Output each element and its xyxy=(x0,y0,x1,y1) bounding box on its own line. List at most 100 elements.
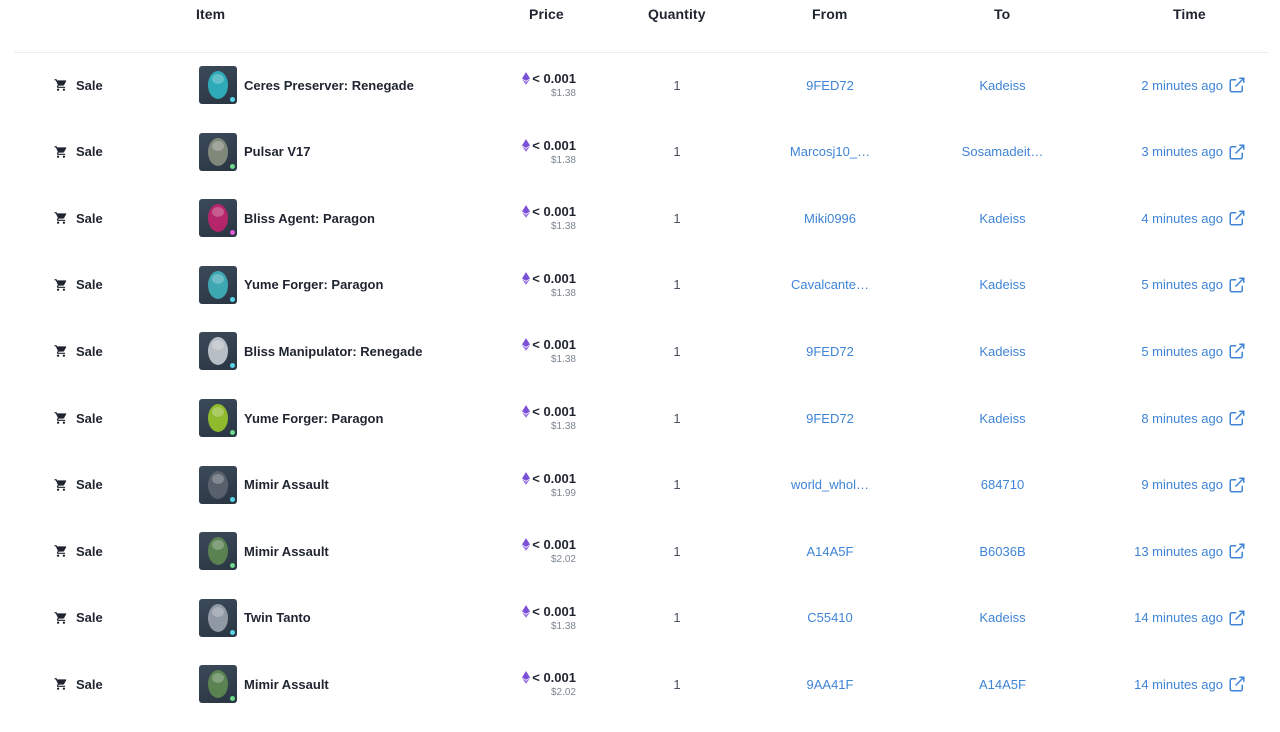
item-thumbnail[interactable] xyxy=(199,399,237,437)
item-cell[interactable]: Yume Forger: Paragon xyxy=(199,252,383,318)
time-text[interactable]: 5 minutes ago xyxy=(1141,344,1223,359)
table-row[interactable]: Sale Twin Tanto < 0.001 $1.38 1 C55410 Kadeiss… xyxy=(0,585,1280,651)
item-name[interactable]: Mimir Assault xyxy=(244,677,329,692)
item-thumbnail[interactable] xyxy=(199,598,237,637)
time-text[interactable]: 2 minutes ago xyxy=(1141,78,1223,93)
table-row[interactable]: Sale Yume Forger: Paragon < 0.001 $1.38 1 9FE… xyxy=(0,385,1280,451)
external-link-icon[interactable] xyxy=(1223,476,1246,494)
external-link-icon[interactable] xyxy=(1223,143,1246,161)
item-thumbnail[interactable] xyxy=(199,199,237,238)
external-link-icon[interactable] xyxy=(1223,609,1246,627)
item-cell[interactable]: Bliss Agent: Paragon xyxy=(199,185,375,251)
table-row[interactable]: Sale Mimir Assault < 0.001 $2.02 1 9AA41F A14A… xyxy=(0,651,1280,717)
time-link[interactable]: 4 minutes ago xyxy=(1141,185,1246,251)
from-address[interactable]: Miki0996 xyxy=(804,211,856,226)
table-row[interactable]: Sale Yume Forger: Paragon < 0.001 $1.38 1 Cav… xyxy=(0,252,1280,318)
time-link[interactable]: 13 minutes ago xyxy=(1134,518,1246,584)
external-link-icon[interactable] xyxy=(1223,542,1246,560)
from-address[interactable]: 9FED72 xyxy=(806,344,854,359)
to-link[interactable]: A14A5F xyxy=(930,651,1075,717)
from-link[interactable]: world_whol… xyxy=(760,452,900,518)
time-link[interactable]: 14 minutes ago xyxy=(1134,585,1246,651)
from-link[interactable]: 9FED72 xyxy=(760,385,900,451)
item-name[interactable]: Bliss Agent: Paragon xyxy=(244,211,375,226)
time-text[interactable]: 8 minutes ago xyxy=(1141,411,1223,426)
item-cell[interactable]: Yume Forger: Paragon xyxy=(199,385,383,451)
item-cell[interactable]: Ceres Preserver: Renegade xyxy=(199,52,414,118)
item-cell[interactable]: Twin Tanto xyxy=(199,585,311,651)
item-thumbnail[interactable] xyxy=(199,532,237,571)
to-link[interactable]: 684710 xyxy=(930,452,1075,518)
time-link[interactable]: 9 minutes ago xyxy=(1141,452,1246,518)
table-row[interactable]: Sale Bliss Agent: Paragon < 0.001 $1.38 1 Mik… xyxy=(0,185,1280,251)
item-thumbnail[interactable] xyxy=(199,132,237,171)
from-link[interactable]: A14A5F xyxy=(760,518,900,584)
time-link[interactable]: 5 minutes ago xyxy=(1141,252,1246,318)
to-address[interactable]: 684710 xyxy=(981,477,1024,492)
time-link[interactable]: 2 minutes ago xyxy=(1141,52,1246,118)
item-name[interactable]: Pulsar V17 xyxy=(244,144,311,159)
external-link-icon[interactable] xyxy=(1223,276,1246,294)
from-link[interactable]: C55410 xyxy=(760,585,900,651)
time-text[interactable]: 9 minutes ago xyxy=(1141,477,1223,492)
time-text[interactable]: 4 minutes ago xyxy=(1141,211,1223,226)
time-link[interactable]: 8 minutes ago xyxy=(1141,385,1246,451)
from-link[interactable]: Miki0996 xyxy=(760,185,900,251)
time-text[interactable]: 14 minutes ago xyxy=(1134,610,1223,625)
to-link[interactable]: Kadeiss xyxy=(930,185,1075,251)
to-address[interactable]: Sosamadeit… xyxy=(962,144,1044,159)
item-thumbnail[interactable] xyxy=(199,265,237,304)
to-link[interactable]: Kadeiss xyxy=(930,585,1075,651)
table-row[interactable]: Sale Pulsar V17 < 0.001 $1.38 1 Marcosj10_… So… xyxy=(0,119,1280,185)
table-row[interactable]: Sale Mimir Assault < 0.001 $1.99 1 world_whol… xyxy=(0,452,1280,518)
to-link[interactable]: Kadeiss xyxy=(930,385,1075,451)
from-link[interactable]: Cavalcante… xyxy=(760,252,900,318)
to-address[interactable]: Kadeiss xyxy=(979,211,1025,226)
external-link-icon[interactable] xyxy=(1223,342,1246,360)
to-link[interactable]: B6036B xyxy=(930,518,1075,584)
item-name[interactable]: Ceres Preserver: Renegade xyxy=(244,78,414,93)
to-link[interactable]: Sosamadeit… xyxy=(930,119,1075,185)
item-name[interactable]: Mimir Assault xyxy=(244,477,329,492)
to-address[interactable]: Kadeiss xyxy=(979,411,1025,426)
external-link-icon[interactable] xyxy=(1223,675,1246,693)
table-row[interactable]: Sale Bliss Manipulator: Renegade < 0.001 $1… xyxy=(0,318,1280,384)
from-address[interactable]: world_whol… xyxy=(791,477,869,492)
item-name[interactable]: Mimir Assault xyxy=(244,544,329,559)
time-text[interactable]: 3 minutes ago xyxy=(1141,144,1223,159)
to-address[interactable]: A14A5F xyxy=(979,677,1026,692)
from-link[interactable]: 9FED72 xyxy=(760,52,900,118)
item-cell[interactable]: Mimir Assault xyxy=(199,452,329,518)
from-address[interactable]: Cavalcante… xyxy=(791,277,869,292)
item-cell[interactable]: Mimir Assault xyxy=(199,518,329,584)
to-link[interactable]: Kadeiss xyxy=(930,252,1075,318)
table-row[interactable]: Sale Ceres Preserver: Renegade < 0.001 $1.3… xyxy=(0,52,1280,118)
item-name[interactable]: Yume Forger: Paragon xyxy=(244,277,383,292)
from-link[interactable]: 9FED72 xyxy=(760,318,900,384)
time-link[interactable]: 3 minutes ago xyxy=(1141,119,1246,185)
to-address[interactable]: Kadeiss xyxy=(979,610,1025,625)
item-cell[interactable]: Mimir Assault xyxy=(199,651,329,717)
item-cell[interactable]: Pulsar V17 xyxy=(199,119,311,185)
from-address[interactable]: Marcosj10_… xyxy=(790,144,870,159)
from-address[interactable]: 9FED72 xyxy=(806,411,854,426)
to-address[interactable]: B6036B xyxy=(979,544,1025,559)
item-cell[interactable]: Bliss Manipulator: Renegade xyxy=(199,318,422,384)
item-name[interactable]: Twin Tanto xyxy=(244,610,311,625)
item-thumbnail[interactable] xyxy=(199,665,237,704)
to-link[interactable]: Kadeiss xyxy=(930,318,1075,384)
from-address[interactable]: 9FED72 xyxy=(806,78,854,93)
item-thumbnail[interactable] xyxy=(199,66,237,104)
from-link[interactable]: Marcosj10_… xyxy=(760,119,900,185)
item-thumbnail[interactable] xyxy=(199,332,237,371)
item-thumbnail[interactable] xyxy=(199,465,237,504)
item-name[interactable]: Yume Forger: Paragon xyxy=(244,411,383,426)
to-address[interactable]: Kadeiss xyxy=(979,78,1025,93)
external-link-icon[interactable] xyxy=(1223,76,1246,94)
time-link[interactable]: 14 minutes ago xyxy=(1134,651,1246,717)
from-address[interactable]: 9AA41F xyxy=(807,677,854,692)
external-link-icon[interactable] xyxy=(1223,409,1246,427)
from-address[interactable]: A14A5F xyxy=(807,544,854,559)
time-text[interactable]: 5 minutes ago xyxy=(1141,277,1223,292)
time-text[interactable]: 14 minutes ago xyxy=(1134,677,1223,692)
